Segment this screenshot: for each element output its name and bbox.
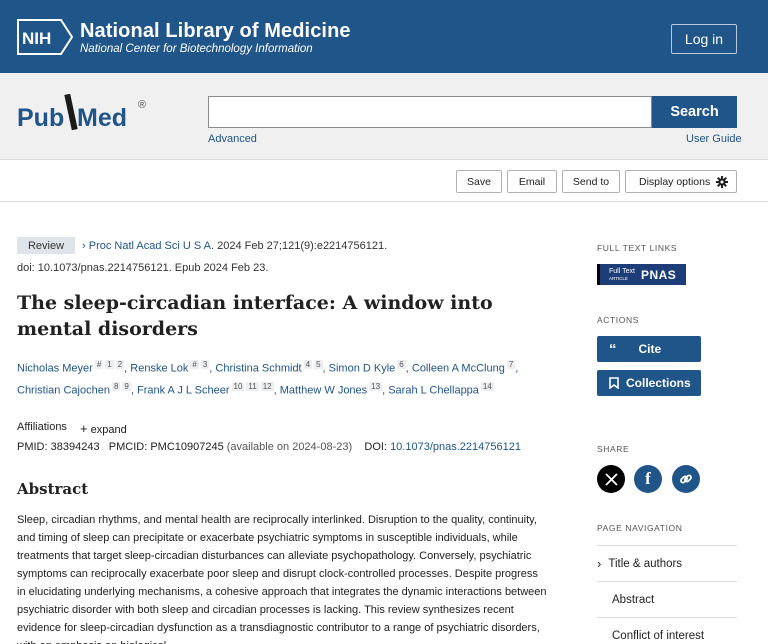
pnas-full-text-link[interactable]: Full Text ARTICLE PNAS [597,264,686,285]
affiliation-marker[interactable]: 4 [303,360,313,369]
abstract-heading: Abstract [17,480,89,498]
author-link[interactable]: Sarah L Chellappa [388,384,479,396]
pmcid-value: PMC10907245 [150,441,224,453]
author-link[interactable]: Frank A J L Scheer [137,384,230,396]
affiliation-marker[interactable]: 3 [200,360,210,369]
affiliation-marker[interactable]: 12 [260,381,274,391]
author-link[interactable]: Nicholas Meyer [17,363,93,375]
bookmark-icon [609,377,619,389]
svg-text:®: ® [138,99,146,111]
full-text-article-label: Full Text ARTICLE [609,267,635,281]
article-type-badge: Review [17,237,75,254]
affiliation-marker[interactable]: # [190,360,199,369]
affiliation-marker[interactable]: 11 [246,381,259,391]
doi-link[interactable]: 10.1073/pnas.2214756121 [390,441,521,453]
affiliation-marker[interactable]: 5 [314,360,323,369]
doi-epub-line: doi: 10.1073/pnas.2214756121. Epub 2024 … [17,262,269,274]
author-link[interactable]: Christian Cajochen [17,384,110,396]
affiliation-marker[interactable]: 7 [506,360,516,369]
author-link[interactable]: Renske Lok [130,363,188,375]
send-to-button[interactable]: Send to [562,170,620,193]
link-icon[interactable] [672,465,700,493]
collections-button[interactable]: Collections [597,370,701,396]
abstract-text: Sleep, circadian rhythms, and mental hea… [17,514,547,644]
pmcid-note: (available on 2024-08-23) [226,441,353,453]
nav-title-authors[interactable]: › Title & authors [597,545,737,581]
email-button[interactable]: Email [507,170,557,193]
svg-text:Pub: Pub [17,104,64,132]
affiliation-marker[interactable]: 6 [397,360,406,369]
journal-citation: › Proc Natl Acad Sci U S A. 2024 Feb 27;… [82,240,387,252]
save-button[interactable]: Save [456,170,502,193]
svg-text:Med: Med [77,104,127,132]
facebook-icon[interactable]: f [634,465,662,493]
affiliation-marker[interactable]: 8 [111,381,121,391]
affiliation-marker[interactable]: 14 [480,381,494,391]
nav-abstract[interactable]: Abstract [597,581,737,617]
nih-logo[interactable]: NIH [17,19,73,55]
nav-conflict-of-interest[interactable]: Conflict of interest [597,617,737,644]
ncbi-subtitle: National Center for Biotechnology Inform… [80,43,313,55]
advanced-search-link[interactable]: Advanced [208,133,257,145]
page-navigation-heading: PAGE NAVIGATION [597,523,683,533]
author-list: Nicholas Meyer #1 2, Renske Lok #3, Christi… [17,360,519,397]
gear-icon [716,175,729,188]
article-title: The sleep-circadian interface: A window … [17,292,493,340]
affiliation-marker[interactable]: 13 [369,381,383,391]
journal-link[interactable]: › Proc Natl Acad Sci U S A. [82,240,214,252]
identifiers-line: PMID: 38394243 PMCID: PMC10907245 (avail… [17,441,521,453]
pmid-value: 38394243 [50,441,100,453]
citation-text: 2024 Feb 27;121(9):e2214756121. [217,240,388,252]
chevron-right-icon: › [597,556,602,571]
affiliation-marker[interactable]: 9 [122,381,131,391]
affiliation-marker[interactable]: 1 [105,360,114,369]
affiliation-marker[interactable]: 2 [115,360,125,369]
actions-heading: ACTIONS [597,315,639,325]
affiliations-label: Affiliations [17,421,67,433]
affiliation-marker[interactable]: # [94,360,104,369]
author-link[interactable]: Colleen A McClung [412,363,505,375]
pnas-logo: PNAS [640,267,677,282]
share-heading: SHARE [597,444,630,454]
nlm-title[interactable]: National Library of Medicine [80,20,351,43]
login-button[interactable]: Log in [671,24,737,54]
author-link[interactable]: Christina Schmidt [215,363,301,375]
author-link[interactable]: Simon D Kyle [329,363,396,375]
search-button[interactable]: Search [652,96,737,128]
plus-icon: + [80,421,88,436]
user-guide-link[interactable]: User Guide [686,133,742,145]
pubmed-logo[interactable]: Pub Med ® [17,94,157,134]
x-twitter-icon[interactable] [597,465,625,493]
nih-logo-text: NIH [22,29,51,48]
display-options-label: Display options [639,175,711,188]
full-text-links-heading: FULL TEXT LINKS [597,243,678,253]
author-link[interactable]: Matthew W Jones [280,384,367,396]
search-input[interactable] [208,96,652,128]
cite-button[interactable]: “ Cite [597,336,701,362]
affiliation-marker[interactable]: 10 [231,381,245,391]
display-options-button[interactable]: Display options [625,170,737,193]
quote-icon: “ [609,340,617,358]
expand-affiliations-button[interactable]: + expand [80,421,127,436]
